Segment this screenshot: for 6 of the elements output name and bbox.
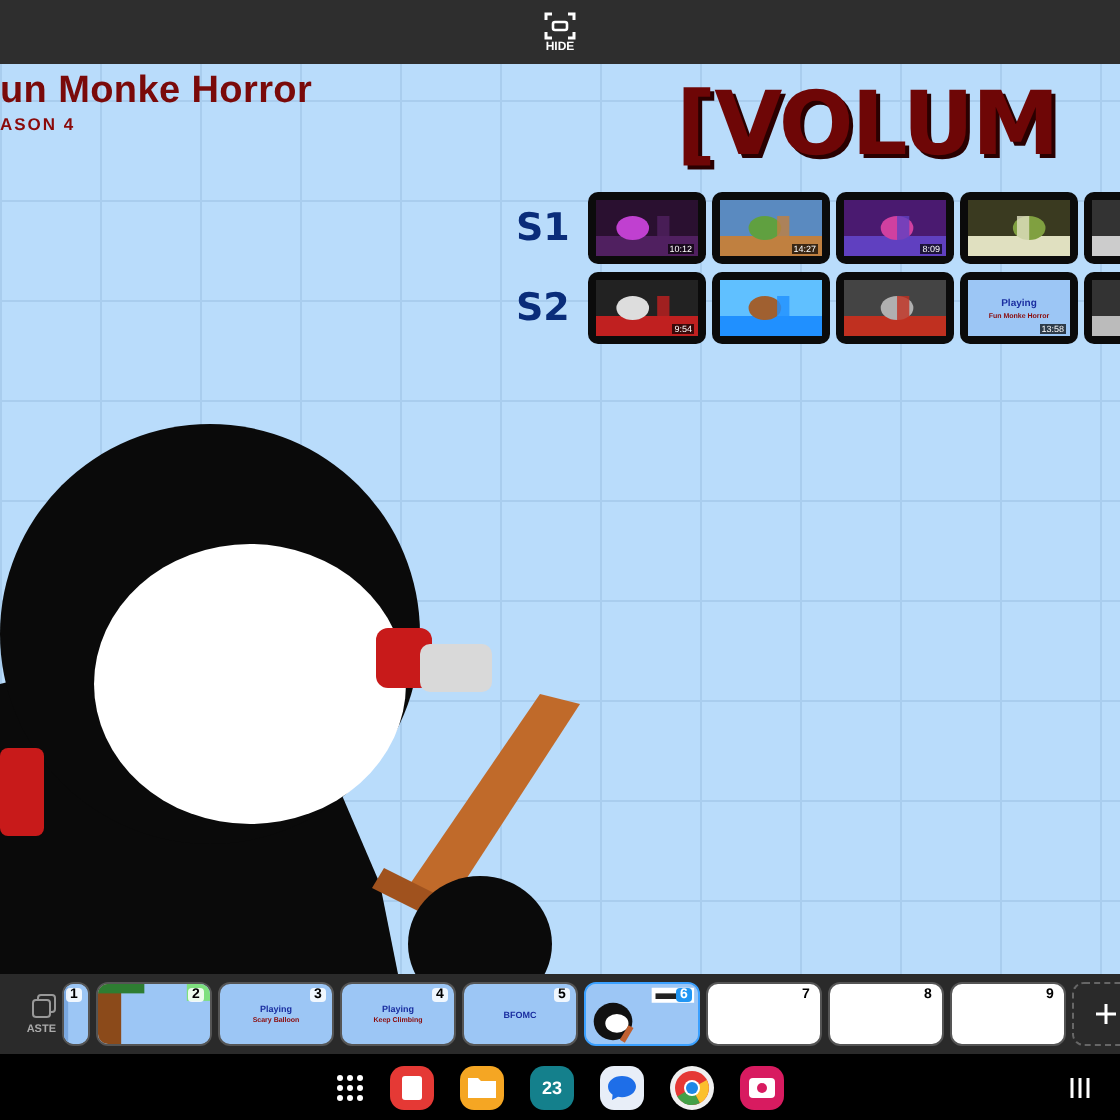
season-label: S1 (516, 206, 572, 250)
season-label: S2 (516, 286, 572, 330)
title-text: un Monke Horror (0, 70, 313, 114)
subtitle-text: ASON 4 (0, 114, 76, 134)
calendar-app-icon[interactable]: 23 (530, 1065, 574, 1109)
heading-text: [VOLUM (676, 76, 1058, 176)
